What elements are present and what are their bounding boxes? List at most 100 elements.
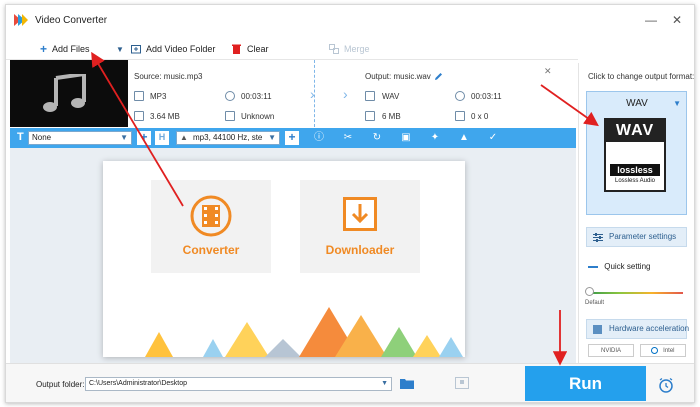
output-format-selector[interactable]: WAV ▼ WAV lossless Lossless Audio bbox=[586, 91, 687, 215]
edit-check-icon[interactable]: ✓ bbox=[487, 132, 499, 144]
audio-track-select[interactable]: ▲ mp3, 44100 Hz, ste ▼ bbox=[176, 131, 280, 145]
parameter-settings-label: Parameter settings bbox=[609, 232, 677, 241]
clear-button[interactable]: Clear bbox=[232, 42, 269, 56]
merge-label: Merge bbox=[344, 44, 370, 54]
chevron-right-icon: › bbox=[310, 86, 315, 102]
add-subtitle-button[interactable]: + bbox=[137, 131, 151, 145]
close-button[interactable]: ✕ bbox=[670, 13, 684, 27]
edit-pencil-icon[interactable] bbox=[434, 72, 443, 81]
audio-track-value: mp3, 44100 Hz, ste bbox=[193, 133, 263, 142]
subtitle-hint-icon[interactable]: H bbox=[155, 131, 169, 145]
nvidia-option[interactable]: NVIDIA bbox=[588, 344, 634, 357]
trash-icon bbox=[232, 44, 241, 54]
resolution-icon bbox=[225, 111, 235, 121]
format-icon bbox=[365, 91, 375, 101]
hardware-acceleration-button[interactable]: Hardware acceleration bbox=[586, 319, 690, 339]
triangle-down-icon: ▼ bbox=[116, 44, 124, 54]
intel-option[interactable]: Intel bbox=[640, 344, 686, 357]
quality-slider-track[interactable] bbox=[589, 292, 683, 294]
home-panel: Converter Downloader bbox=[103, 161, 465, 357]
open-folder-icon[interactable] bbox=[455, 377, 469, 389]
downloader-card[interactable]: Downloader bbox=[300, 180, 420, 273]
subtitle-value: None bbox=[32, 133, 52, 142]
wav-icon-label: WAV bbox=[606, 120, 664, 142]
lossless-badge: lossless bbox=[610, 164, 660, 176]
chevron-right-icon: › bbox=[343, 86, 348, 102]
output-folder-label: Output folder: bbox=[36, 380, 85, 389]
chip-icon bbox=[593, 325, 602, 334]
output-format-hint: Click to change output format: bbox=[588, 72, 695, 81]
quick-setting-label: Quick setting bbox=[604, 262, 651, 271]
info-icon[interactable]: ⓘ bbox=[313, 132, 325, 144]
triangle-down-icon: ▼ bbox=[120, 133, 128, 142]
source-format: MP3 bbox=[150, 92, 167, 101]
crop-icon[interactable]: ▣ bbox=[400, 132, 412, 144]
folder-icon bbox=[365, 111, 375, 121]
quick-setting-icon bbox=[588, 265, 598, 268]
plus-icon: + bbox=[40, 42, 48, 56]
clock-icon bbox=[455, 91, 465, 101]
main-content-area: Converter Downloader bbox=[10, 148, 576, 363]
lossless-caption: Lossless Audio bbox=[614, 178, 656, 184]
quality-slider-handle[interactable] bbox=[585, 287, 594, 296]
triangle-down-icon: ▼ bbox=[673, 99, 681, 108]
decor-triangle bbox=[225, 322, 269, 357]
format-icon bbox=[134, 91, 144, 101]
nvidia-label: NVIDIA bbox=[600, 348, 621, 354]
alarm-clock-icon[interactable] bbox=[658, 377, 674, 393]
quick-setting-row: Quick setting bbox=[588, 262, 650, 271]
output-folder-path: C:\Users\Administrator\Desktop bbox=[89, 380, 188, 387]
watermark-icon[interactable]: ▲ bbox=[458, 132, 470, 144]
decor-triangle bbox=[439, 337, 463, 357]
text-subtitle-icon: T bbox=[17, 131, 24, 143]
slider-default-label: Default bbox=[585, 300, 605, 306]
add-files-button[interactable]: + Add Files bbox=[40, 42, 90, 56]
subtitle-select[interactable]: None ▼ bbox=[28, 131, 132, 145]
download-icon bbox=[343, 197, 377, 231]
run-button[interactable]: Run bbox=[525, 366, 646, 401]
source-label: Source: music.mp3 bbox=[134, 72, 203, 81]
output-folder-input[interactable]: C:\Users\Administrator\Desktop ▼ bbox=[85, 377, 392, 391]
minimize-button[interactable]: — bbox=[644, 13, 658, 27]
source-resolution: Unknown bbox=[241, 112, 275, 121]
triangle-down-icon: ▼ bbox=[381, 380, 388, 387]
add-files-label: Add Files bbox=[52, 44, 90, 54]
source-size: 3.64 MB bbox=[150, 112, 180, 121]
converter-card[interactable]: Converter bbox=[151, 180, 271, 273]
folder-plus-icon bbox=[131, 45, 141, 54]
scissors-icon[interactable]: ✂ bbox=[342, 132, 354, 144]
output-format-panel: Click to change output format: WAV ▼ WAV… bbox=[578, 63, 694, 363]
output-label: Output: music.wav bbox=[365, 72, 431, 81]
intel-label: Intel bbox=[663, 348, 675, 354]
add-video-folder-label: Add Video Folder bbox=[146, 44, 216, 54]
add-audio-track-button[interactable]: + bbox=[285, 131, 299, 145]
decor-triangle bbox=[381, 327, 417, 357]
clear-label: Clear bbox=[247, 44, 269, 54]
file-item[interactable]: Source: music.mp3 MP3 00:03:11 3.64 MB U… bbox=[6, 60, 578, 127]
film-reel-icon bbox=[190, 195, 232, 237]
decor-triangle bbox=[145, 332, 173, 357]
app-window: Video Converter — ✕ + Add Files ▼ Add Vi… bbox=[5, 4, 695, 403]
decor-triangle bbox=[203, 339, 223, 357]
decor-triangle bbox=[335, 315, 387, 357]
converter-label: Converter bbox=[182, 243, 240, 257]
merge-button[interactable]: Merge bbox=[329, 42, 370, 56]
checkbox-icon bbox=[651, 346, 659, 354]
output-duration: 00:03:11 bbox=[471, 92, 502, 101]
browse-folder-icon[interactable] bbox=[400, 378, 414, 389]
effects-wand-icon[interactable]: ✦ bbox=[429, 132, 441, 144]
music-note-icon bbox=[43, 74, 86, 112]
remove-file-icon[interactable]: ✕ bbox=[544, 66, 552, 77]
add-video-folder-button[interactable]: Add Video Folder bbox=[131, 42, 215, 56]
bottom-bar: Output folder: C:\Users\Administrator\De… bbox=[6, 363, 694, 402]
folder-icon bbox=[134, 111, 144, 121]
wav-format-icon: WAV lossless Lossless Audio bbox=[604, 118, 666, 192]
rotate-icon[interactable]: ↻ bbox=[371, 132, 383, 144]
sliders-icon bbox=[593, 233, 603, 242]
decor-triangle bbox=[413, 335, 441, 357]
hardware-acceleration-label: Hardware acceleration bbox=[609, 324, 690, 333]
add-files-dropdown[interactable]: ▼ bbox=[116, 42, 124, 56]
decor-triangle bbox=[265, 339, 301, 357]
parameter-settings-button[interactable]: Parameter settings bbox=[586, 227, 687, 247]
window-title: Video Converter bbox=[35, 15, 108, 26]
